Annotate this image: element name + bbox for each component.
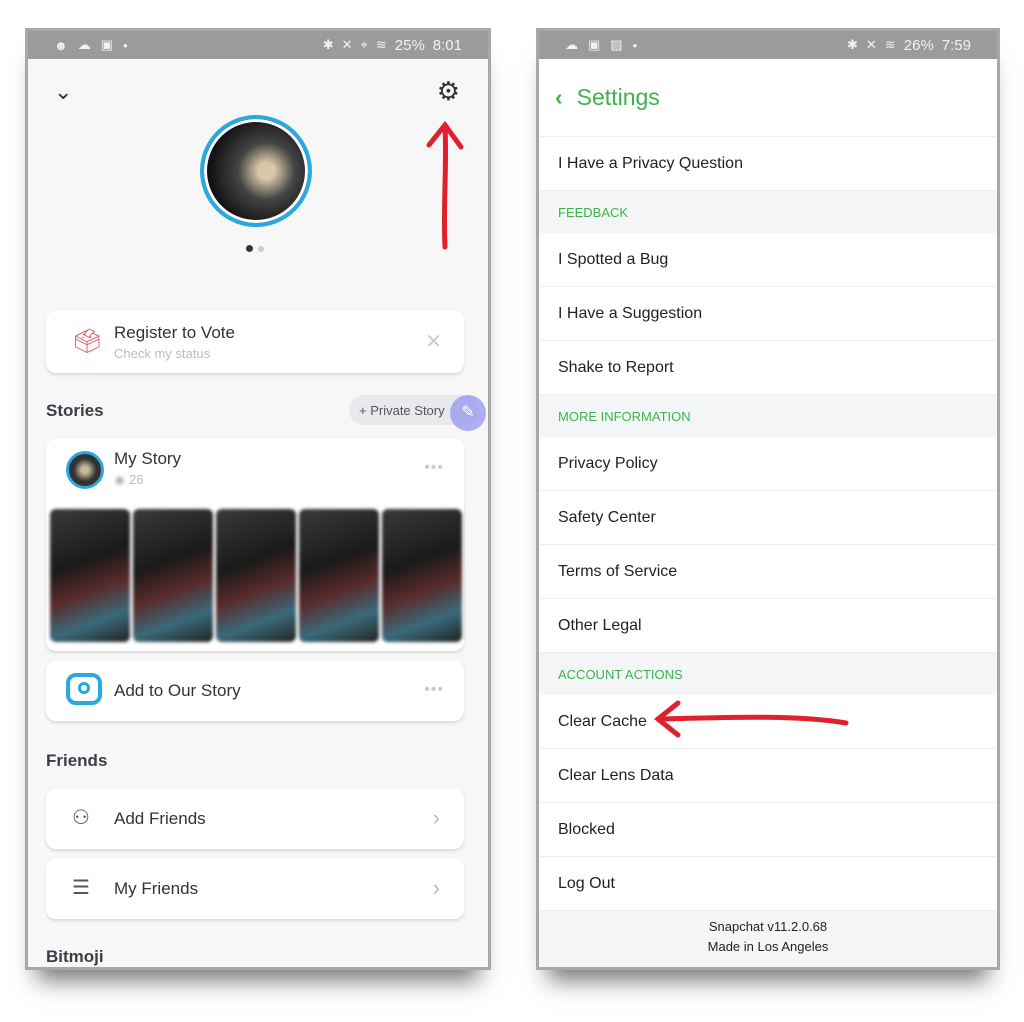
add-friends-label: Add Friends (114, 809, 206, 828)
more-options-icon[interactable]: ••• (424, 459, 444, 477)
status-bar: ☁ ▣ ▨ • ✱ ✕ ≋ 26% 7:59 (539, 31, 997, 59)
story-thumbnail[interactable] (50, 509, 130, 642)
more-options-icon[interactable]: ••• (424, 681, 444, 699)
clock: 8:01 (432, 36, 462, 54)
section-header: ACCOUNT ACTIONS (539, 653, 997, 695)
settings-row[interactable]: Clear Lens Data (539, 749, 997, 803)
image-icon: ▨ (610, 37, 623, 52)
bluetooth-icon: ✱ (322, 37, 334, 52)
made-in-text: Made in Los Angeles (707, 939, 829, 954)
my-story-title: My Story (114, 449, 182, 468)
my-friends-label: My Friends (114, 879, 199, 898)
settings-header: ‹ Settings (539, 59, 997, 137)
camera-icon (66, 673, 102, 705)
story-thumbnail[interactable] (216, 509, 296, 642)
view-count: 26 (128, 472, 144, 487)
bluetooth-icon: ✱ (847, 37, 858, 52)
settings-row[interactable]: Blocked (539, 803, 997, 857)
app-footer: Snapchat v11.2.0.68 Made in Los Angeles (539, 911, 997, 967)
settings-row[interactable]: Privacy Policy (539, 437, 997, 491)
page-dot-active (246, 245, 253, 252)
clock: 7:59 (941, 36, 971, 54)
stories-heading: Stories (46, 401, 104, 420)
settings-row[interactable]: Safety Center (539, 491, 997, 545)
location-icon: ⌖ (360, 37, 368, 52)
mute-icon: ✕ (341, 37, 353, 52)
chevron-right-icon: › (432, 875, 440, 900)
close-icon[interactable]: ✕ (425, 329, 442, 354)
gear-icon[interactable]: ⚙ (437, 76, 460, 107)
back-icon[interactable]: ‹ (555, 84, 563, 111)
story-thumbnail[interactable] (133, 509, 213, 642)
mute-icon: ✕ (865, 37, 877, 52)
page-title: Settings (576, 84, 660, 110)
section-header: FEEDBACK (539, 191, 997, 233)
cloud-icon: ☁ (565, 37, 578, 52)
register-title: Register to Vote (114, 323, 235, 342)
section-header: MORE INFORMATION (539, 395, 997, 437)
wifi-icon: ≋ (375, 37, 387, 52)
dot-icon: • (632, 37, 638, 53)
add-to-our-story-card[interactable]: Add to Our Story ••• (46, 661, 464, 721)
dot-icon: • (122, 37, 128, 53)
emoji-icon: ☻ (54, 37, 68, 53)
pencil-icon[interactable]: ✎ (450, 395, 486, 431)
add-friend-icon: ⚇ (72, 807, 90, 829)
settings-row[interactable]: I Have a Privacy Question (539, 137, 997, 191)
settings-row[interactable]: Log Out (539, 857, 997, 911)
chevron-down-icon[interactable]: ⌄ (54, 79, 72, 105)
settings-row[interactable]: Other Legal (539, 599, 997, 653)
friends-heading: Friends (46, 751, 108, 770)
my-story-avatar (66, 451, 104, 489)
settings-row[interactable]: Shake to Report (539, 341, 997, 395)
version-text: Snapchat v11.2.0.68 (708, 919, 828, 934)
settings-row[interactable]: Terms of Service (539, 545, 997, 599)
ballot-icon: 🗳 (72, 328, 103, 355)
settings-screen: ☁ ▣ ▨ • ✱ ✕ ≋ 26% 7:59 ‹ Settings I Have a Priv… (536, 28, 1000, 970)
cloud-icon: ☁ (77, 37, 91, 52)
my-friends-button[interactable]: ☰ My Friends › (46, 859, 464, 919)
register-to-vote-card[interactable]: 🗳 Register to Vote Check my status ✕ (46, 311, 464, 373)
status-bar: ☻ ☁ ▣ • ✱ ✕ ⌖ ≋ 25% 8:01 (28, 31, 488, 59)
avatar[interactable] (200, 115, 312, 227)
settings-row[interactable]: I Spotted a Bug (539, 233, 997, 287)
wifi-icon: ≋ (884, 37, 896, 52)
page-dot (258, 246, 264, 252)
settings-list: I Have a Privacy Question FEEDBACK I Spott… (539, 137, 997, 911)
story-thumbnail[interactable] (299, 509, 379, 642)
friends-list-icon: ☰ (72, 877, 90, 899)
settings-row[interactable]: I Have a Suggestion (539, 287, 997, 341)
register-subtitle: Check my status (114, 346, 211, 361)
battery-percent: 26% (903, 36, 934, 54)
add-to-our-story-label: Add to Our Story (114, 681, 241, 700)
eye-icon: ◉ (114, 472, 129, 487)
story-thumbnail[interactable] (382, 509, 462, 642)
clipboard-icon: ▣ (100, 37, 113, 52)
clipboard-icon: ▣ (588, 37, 601, 52)
bitmoji-heading: Bitmoji (46, 947, 104, 966)
annotation-arrow-left (653, 700, 849, 738)
battery-percent: 25% (394, 36, 425, 54)
add-friends-button[interactable]: ⚇ Add Friends › (46, 789, 464, 849)
annotation-arrow-up (426, 120, 464, 250)
chevron-right-icon: › (432, 805, 440, 830)
